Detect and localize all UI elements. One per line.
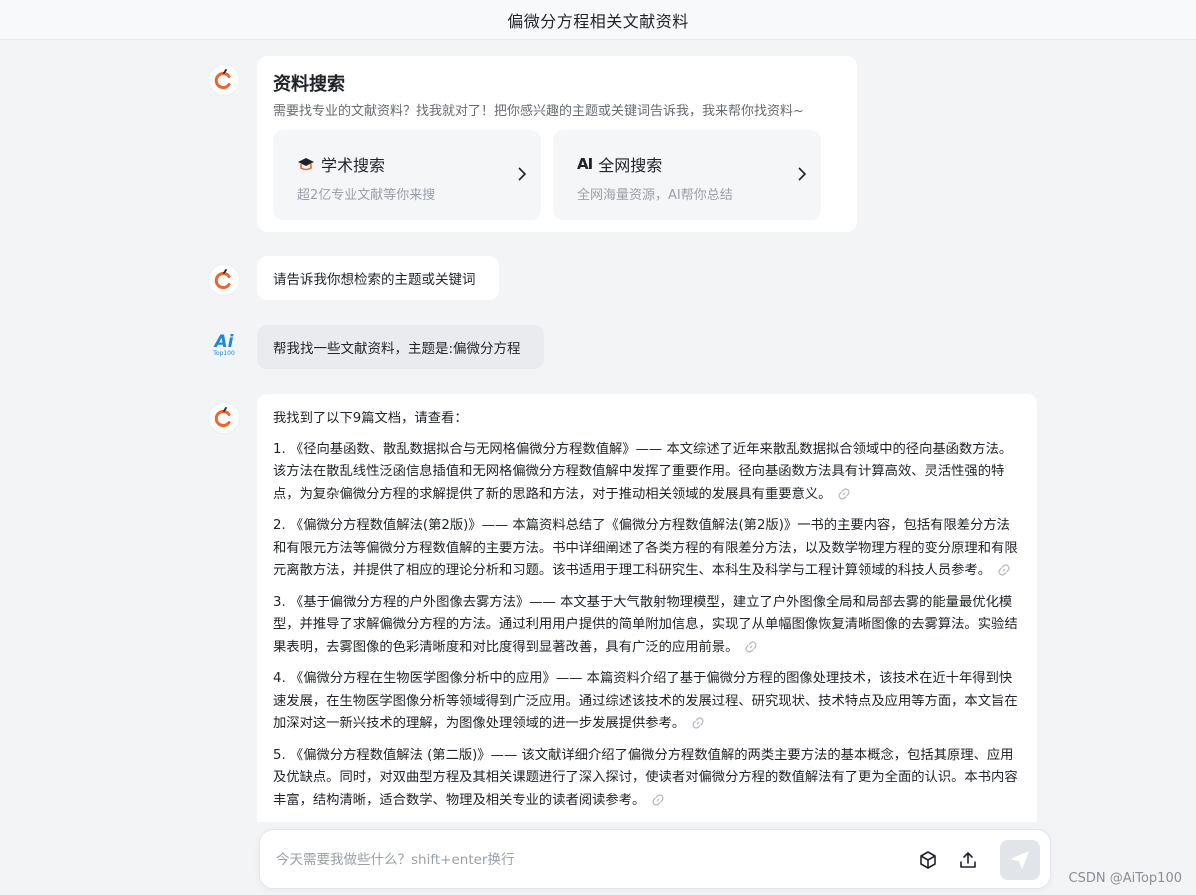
bot-logo-icon [214, 407, 231, 427]
web-search-title-row: AI 全网搜索 [577, 152, 662, 176]
answer-item-text: 4. 《偏微分方程在生物医学图像分析中的应用》—— 本篇资料介绍了基于偏微分方程… [273, 671, 1018, 731]
answer-item: 2. 《偏微分方程数值解法(第2版)》—— 本篇资料总结了《偏微分方程数值解法(… [273, 515, 1021, 583]
answer-item: 1. 《径向基函数、散乱数据拟合与无网格偏微分方程数值解》—— 本文综述了近年来… [273, 439, 1021, 507]
graduation-cap-icon [298, 158, 314, 171]
link-icon[interactable] [691, 716, 705, 730]
web-search-option[interactable]: AI 全网搜索 全网海量资源，AI帮你总结 [553, 130, 821, 220]
answer-item-text: 5. 《偏微分方程数值解法 (第二版)》—— 该文献详细介绍了偏微分方程数值解的… [273, 747, 1018, 808]
watermark: CSDN @AiTop100 [1068, 871, 1182, 886]
answer-item: 3. 《基于偏微分方程的户外图像去雾方法》—— 本文基于大气散射物理模型，建立了… [273, 592, 1021, 660]
cube-icon[interactable] [916, 848, 940, 872]
bot-avatar [208, 402, 240, 434]
user-message-text: 帮我找一些文献资料，主题是:偏微分方程 [273, 341, 521, 357]
user-avatar-text: Ai [214, 331, 234, 352]
answer-intro: 我找到了以下9篇文档，请查看： [273, 411, 468, 426]
chevron-right-icon [518, 167, 527, 181]
page-title: 偏微分方程相关文献资料 [507, 11, 689, 31]
academic-search-title: 学术搜索 [321, 156, 386, 175]
web-search-desc: 全网海量资源，AI帮你总结 [577, 188, 733, 203]
answer-item-text: 2. 《偏微分方程数值解法(第2版)》—— 本篇资料总结了《偏微分方程数值解法(… [273, 518, 1018, 578]
link-icon[interactable] [651, 793, 665, 807]
bot-message: 请告诉我你想检索的主题或关键词 [257, 256, 499, 300]
answer-item: 5. 《偏微分方程数值解法 (第二版)》—— 该文献详细介绍了偏微分方程数值解的… [273, 745, 1021, 813]
user-avatar-subtext: Top100 [213, 349, 235, 357]
chat-composer [259, 829, 1051, 889]
link-icon[interactable] [837, 487, 851, 501]
search-card-title: 资料搜索 [273, 74, 345, 95]
search-card-subtitle: 需要找专业的文献资料？找我就对了！把你感兴趣的主题或关键词告诉我，我来帮你找资料… [273, 104, 804, 119]
ai-icon: AI [577, 155, 593, 173]
academic-search-desc: 超2亿专业文献等你来搜 [297, 188, 436, 203]
answer-item-text: 1. 《径向基函数、散乱数据拟合与无网格偏微分方程数值解》—— 本文综述了近年来… [273, 441, 1013, 502]
send-icon [1011, 851, 1029, 869]
bot-logo-icon [214, 269, 231, 289]
search-card: 资料搜索 需要找专业的文献资料？找我就对了！把你感兴趣的主题或关键词告诉我，我来… [257, 56, 857, 232]
user-avatar-logo: Ai Top100 [213, 331, 235, 357]
upload-icon[interactable] [956, 848, 980, 872]
user-avatar: Ai Top100 [210, 330, 238, 360]
web-search-title: 全网搜索 [598, 156, 663, 175]
bot-avatar [208, 64, 240, 96]
bot-message-text: 请告诉我你想检索的主题或关键词 [273, 272, 476, 288]
academic-search-option[interactable]: 学术搜索 超2亿专业文献等你来搜 [273, 130, 541, 220]
bot-avatar [208, 264, 240, 296]
bot-logo-icon [214, 69, 231, 89]
bot-answer: 我找到了以下9篇文档，请查看： 1. 《径向基函数、散乱数据拟合与无网格偏微分方… [257, 394, 1037, 822]
answer-item-text: 3. 《基于偏微分方程的户外图像去雾方法》—— 本文基于大气散射物理模型，建立了… [273, 594, 1018, 655]
academic-search-title-row: 学术搜索 [297, 152, 385, 176]
link-icon[interactable] [744, 640, 758, 654]
chevron-right-icon [798, 167, 807, 181]
send-button[interactable] [1000, 840, 1040, 880]
answer-item: 4. 《偏微分方程在生物医学图像分析中的应用》—— 本篇资料介绍了基于偏微分方程… [273, 668, 1021, 736]
chat-input[interactable] [276, 848, 876, 872]
top-bar: 偏微分方程相关文献资料 [0, 0, 1196, 40]
user-message: 帮我找一些文献资料，主题是:偏微分方程 [257, 325, 544, 369]
link-icon[interactable] [997, 563, 1011, 577]
